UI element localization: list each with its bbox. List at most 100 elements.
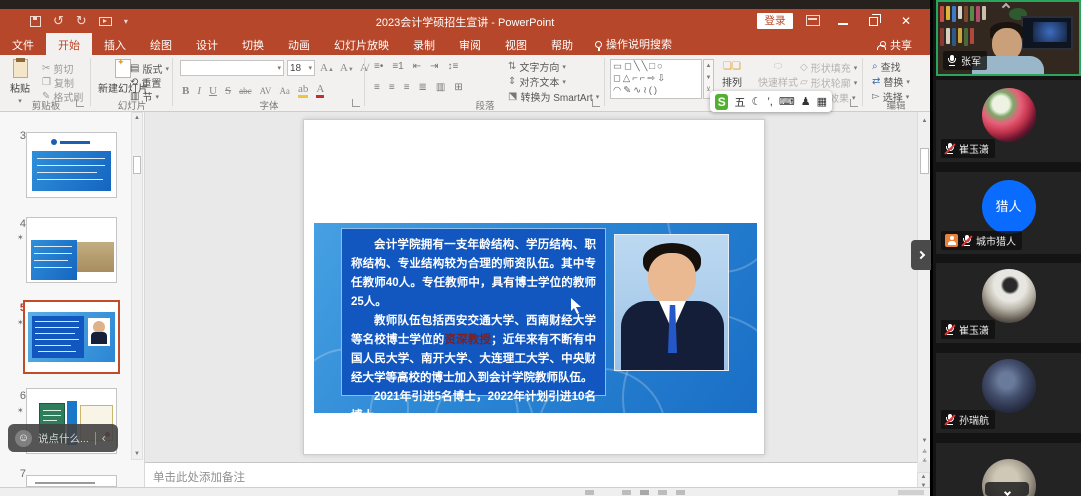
- strikethrough-button[interactable]: S: [225, 85, 231, 97]
- slide-sorter-view-icon[interactable]: [640, 490, 649, 495]
- slide-thumbnail-5-selected[interactable]: [23, 300, 120, 374]
- justify-button[interactable]: ≣: [419, 82, 427, 93]
- share-button[interactable]: 共享: [877, 37, 912, 53]
- teacher-portrait-photo[interactable]: [614, 234, 729, 371]
- copy-button[interactable]: ❐复制: [42, 75, 74, 90]
- panel-collapse-handle[interactable]: [911, 240, 931, 270]
- tab-record[interactable]: 录制: [401, 33, 447, 55]
- bold-button[interactable]: B: [182, 85, 189, 97]
- restore-button[interactable]: [869, 17, 878, 26]
- tab-home[interactable]: 开始: [46, 33, 92, 55]
- text-shadow-button[interactable]: abc: [239, 86, 252, 96]
- slide-thumbnail-3[interactable]: [26, 132, 117, 198]
- slideshow-view-icon[interactable]: [676, 490, 685, 495]
- arrange-button[interactable]: ❏❏ 排列: [722, 61, 742, 89]
- tell-me-search[interactable]: 操作说明搜索: [585, 33, 682, 55]
- slide-thumbnail-4[interactable]: [26, 217, 117, 283]
- collapse-chat-icon[interactable]: ‹: [102, 431, 106, 445]
- paragraph-dialog-launcher-icon[interactable]: [592, 99, 600, 107]
- bullets-button[interactable]: ≡•: [374, 61, 383, 72]
- scrollbar-thumb[interactable]: [920, 148, 929, 174]
- sogou-toolbox-icon[interactable]: ▦: [817, 95, 827, 108]
- thumbnail-scrollbar[interactable]: ▲ ▼: [131, 112, 143, 460]
- highlight-color-button[interactable]: ab: [298, 83, 308, 98]
- align-right-button[interactable]: ≡: [404, 82, 410, 93]
- font-size-combobox[interactable]: 18▾: [287, 60, 315, 76]
- clipboard-dialog-launcher-icon[interactable]: [76, 99, 84, 107]
- slide-canvas[interactable]: 会计学院拥有一支年龄结构、学历结构、职称结构、专业结构较为合理的师资队伍。其中专…: [303, 119, 765, 455]
- table-options-button[interactable]: ⊞: [454, 82, 462, 93]
- align-text-button[interactable]: ⇕对齐文本▾: [508, 74, 566, 89]
- reset-button[interactable]: ⟲重置: [130, 75, 161, 90]
- sogou-keyboard-icon[interactable]: ⌨: [779, 95, 795, 108]
- ribbon-display-options-icon[interactable]: [806, 15, 820, 26]
- shape-fill-button[interactable]: ◇形状填充▾: [800, 60, 857, 75]
- sign-in-button[interactable]: 登录: [757, 13, 793, 29]
- tab-design[interactable]: 设计: [184, 33, 230, 55]
- increase-indent-button[interactable]: ⇥: [430, 61, 438, 72]
- avatar-initials: 猎人: [982, 180, 1036, 234]
- sogou-logo-icon[interactable]: S: [715, 94, 728, 110]
- underline-button[interactable]: U: [209, 85, 217, 97]
- numbering-button[interactable]: ≡1: [392, 61, 403, 72]
- normal-view-icon[interactable]: [622, 490, 631, 495]
- align-left-button[interactable]: ≡: [374, 82, 380, 93]
- italic-button[interactable]: I: [197, 85, 201, 97]
- tab-slideshow[interactable]: 幻灯片放映: [322, 33, 401, 55]
- video-tile-cuiyuxiao-1[interactable]: 崔玉潇: [936, 80, 1081, 162]
- font-dialog-launcher-icon[interactable]: [352, 99, 360, 107]
- decrease-indent-button[interactable]: ⇤: [413, 61, 421, 72]
- reading-view-icon[interactable]: [658, 490, 667, 495]
- scrollbar-thumb[interactable]: [133, 156, 141, 174]
- shape-outline-button[interactable]: ▱形状轮廓▾: [800, 75, 857, 90]
- video-tile-chengshilieren[interactable]: 猎人 城市猎人: [936, 172, 1081, 254]
- shrink-font-icon[interactable]: A▼: [340, 62, 354, 74]
- zoom-control[interactable]: [898, 490, 924, 495]
- tab-insert[interactable]: 插入: [92, 33, 138, 55]
- change-case-button[interactable]: Aa: [279, 86, 290, 96]
- notes-pane[interactable]: 单击此处添加备注: [145, 462, 917, 487]
- tab-help[interactable]: 帮助: [539, 33, 585, 55]
- quick-styles-button[interactable]: ⬭ 快速样式: [758, 61, 798, 89]
- align-center-button[interactable]: ≡: [389, 82, 395, 93]
- tab-transitions[interactable]: 切换: [230, 33, 276, 55]
- layout-button[interactable]: ▤版式▾: [130, 61, 169, 76]
- canvas-scrollbar[interactable]: ▲ ▼ ≙ ≚: [917, 112, 930, 462]
- slide-thumbnail-7[interactable]: [26, 475, 117, 487]
- video-tile-sunruihang[interactable]: 孙瑞航: [936, 353, 1081, 433]
- sogou-input-bar[interactable]: S 五 ☾ ’, ⌨ ♟ ▦: [710, 91, 832, 112]
- font-color-button[interactable]: A: [316, 83, 324, 98]
- shapes-gallery[interactable]: ▭◻╲╲□○◻△⌐⌐⇨⇩◠✎∿≀(): [610, 59, 702, 99]
- tab-draw[interactable]: 绘图: [138, 33, 184, 55]
- character-spacing-button[interactable]: AV: [260, 86, 272, 96]
- find-button[interactable]: ⌕查找: [872, 59, 901, 74]
- slide-text-box[interactable]: 会计学院拥有一支年龄结构、学历结构、职称结构、专业结构较为合理的师资队伍。其中专…: [341, 228, 606, 396]
- sogou-punctuation-icon[interactable]: ’,: [767, 96, 773, 108]
- close-button[interactable]: ✕: [901, 14, 911, 28]
- line-spacing-button[interactable]: ↕≡: [448, 61, 459, 72]
- collapse-tiles-button[interactable]: [985, 482, 1029, 496]
- text-direction-button[interactable]: ⇅文字方向▾: [508, 59, 566, 74]
- scroll-down-icon[interactable]: ▼: [132, 451, 142, 457]
- video-tile-cuiyuxiao-2[interactable]: 崔玉潇: [936, 263, 1081, 343]
- tab-review[interactable]: 审阅: [447, 33, 493, 55]
- emoji-icon[interactable]: ☺: [15, 430, 32, 447]
- columns-button[interactable]: ▥: [436, 82, 445, 93]
- tab-animations[interactable]: 动画: [276, 33, 322, 55]
- sogou-night-mode-icon[interactable]: ☾: [751, 95, 761, 108]
- drawing-dialog-launcher-icon[interactable]: [850, 99, 858, 107]
- tab-file[interactable]: 文件: [0, 33, 46, 55]
- replace-button[interactable]: ⇄替换▾: [872, 74, 910, 89]
- video-tile-zhangjun[interactable]: 张军: [936, 0, 1081, 76]
- grow-font-icon[interactable]: A▲: [320, 62, 334, 74]
- sogou-skin-icon[interactable]: ♟: [801, 95, 811, 108]
- minimize-button[interactable]: [838, 23, 848, 25]
- tab-view[interactable]: 视图: [493, 33, 539, 55]
- paragraph-row1: ≡• ≡1 ⇤ ⇥ ↕≡: [374, 61, 458, 72]
- font-name-combobox[interactable]: ▾: [180, 60, 284, 76]
- sogou-wubi-mode[interactable]: 五: [734, 94, 745, 110]
- cut-button[interactable]: ✂剪切: [42, 61, 73, 76]
- meeting-chat-input[interactable]: ☺ 说点什么... ‹: [8, 424, 118, 452]
- status-icon[interactable]: [585, 490, 594, 495]
- scroll-up-icon[interactable]: ▲: [132, 115, 142, 121]
